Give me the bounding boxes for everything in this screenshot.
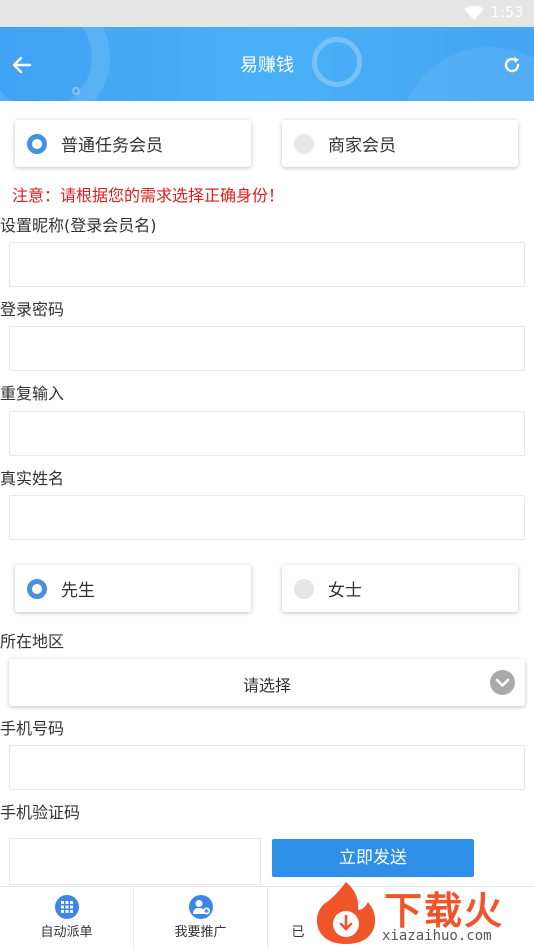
nickname-label: 设置昵称(登录会员名) (0, 216, 157, 235)
header-decoration (72, 87, 80, 95)
phone-input[interactable] (9, 745, 525, 790)
notice-text: 注意：请根据您的需求选择正确身份！ (12, 186, 285, 205)
tab-label: 我要推广 (174, 925, 227, 940)
nickname-input[interactable] (9, 242, 525, 287)
page-title: 易赚钱 (240, 55, 294, 76)
status-bar: 1:53 (0, 0, 534, 27)
grid-icon (54, 895, 79, 919)
code-label: 手机验证码 (0, 803, 81, 822)
password-input[interactable] (9, 326, 525, 371)
realname-label: 真实姓名 (0, 469, 65, 488)
clock: 1:53 (490, 5, 524, 21)
region-select[interactable]: 请选择 (9, 659, 525, 706)
repeat-password-input[interactable] (9, 411, 525, 456)
send-code-button[interactable]: 立即发送 (272, 839, 474, 877)
realname-input[interactable] (9, 495, 525, 540)
tab-auto-dispatch[interactable]: 自动派单 (0, 887, 133, 949)
radio-selected-icon (27, 133, 47, 154)
watermark-text: 下载火 (384, 889, 505, 933)
password-label: 登录密码 (0, 300, 65, 319)
code-input[interactable] (9, 838, 261, 885)
radio-label: 商家会员 (328, 136, 396, 156)
radio-gender-female[interactable]: 女士 (282, 565, 518, 612)
flame-logo-icon (316, 882, 376, 944)
chevron-down-icon (490, 670, 515, 695)
wifi-icon (464, 6, 484, 20)
radio-unselected-icon (294, 133, 314, 154)
region-label: 所在地区 (0, 632, 65, 651)
region-select-value: 请选择 (242, 676, 291, 695)
radio-selected-icon (27, 578, 47, 599)
add-user-icon (188, 895, 213, 919)
watermark: 下载火 xiazaihuo.com (312, 878, 534, 949)
radio-merchant-member[interactable]: 商家会员 (282, 120, 518, 167)
radio-label: 女士 (328, 581, 362, 601)
refresh-icon[interactable] (502, 55, 522, 75)
watermark-url: xiazaihuo.com (382, 928, 492, 944)
radio-label: 先生 (61, 581, 95, 601)
phone-label: 手机号码 (0, 719, 65, 738)
radio-gender-male[interactable]: 先生 (15, 565, 251, 612)
tab-promote[interactable]: 我要推广 (134, 887, 267, 949)
tab-label: 自动派单 (40, 925, 93, 940)
radio-normal-member[interactable]: 普通任务会员 (15, 120, 251, 167)
repeat-password-label: 重复输入 (0, 384, 65, 403)
app-header: 易赚钱 (0, 27, 534, 101)
radio-unselected-icon (294, 578, 314, 599)
radio-label: 普通任务会员 (61, 136, 163, 156)
